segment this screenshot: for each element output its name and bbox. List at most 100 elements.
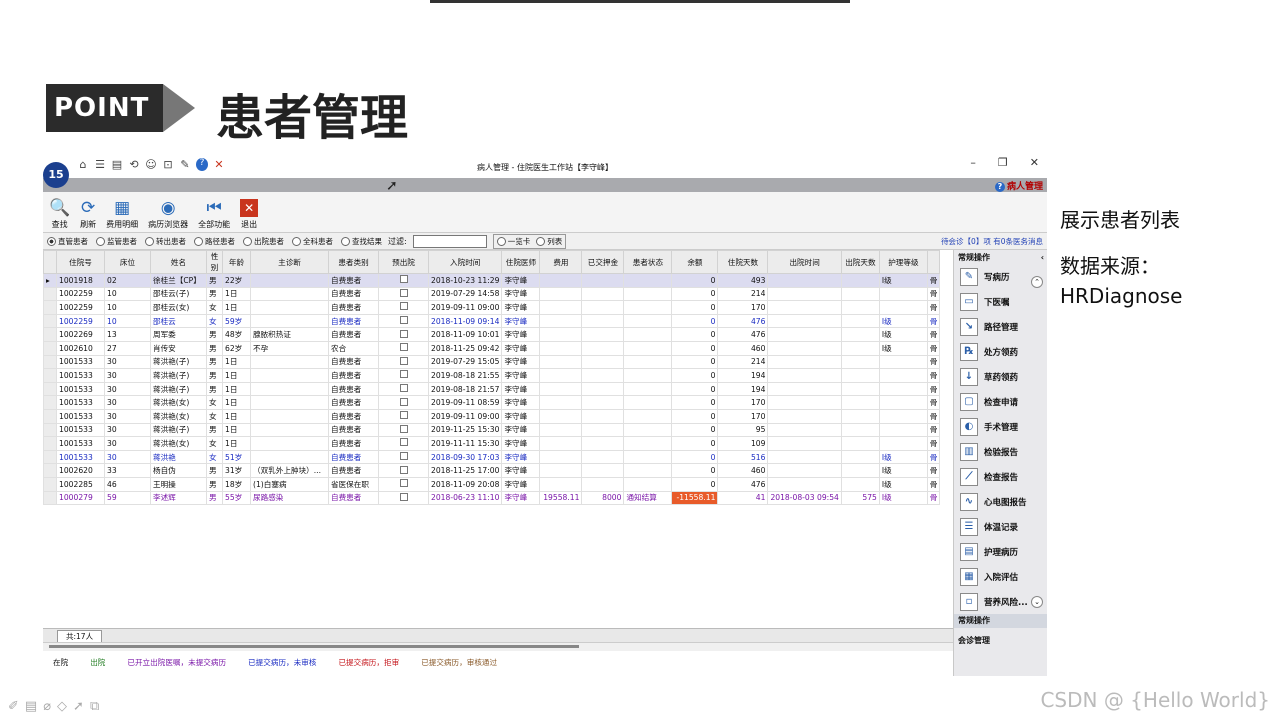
table-cell[interactable] bbox=[623, 354, 673, 370]
pre-discharge-checkbox[interactable] bbox=[378, 340, 429, 356]
table-cell[interactable]: 徐桂兰【CP】 bbox=[150, 273, 207, 288]
table-cell[interactable]: 自费患者 bbox=[328, 463, 379, 478]
table-cell[interactable]: 男 bbox=[206, 463, 223, 478]
table-row[interactable]: 1001533 30 蒋洪艳(子) 男 1日 自费患者 2019-11-25 15:30 李守… bbox=[43, 422, 941, 438]
table-cell[interactable] bbox=[767, 313, 842, 329]
table-cell[interactable]: 腺脓积热证 bbox=[250, 327, 329, 342]
table-cell[interactable] bbox=[840, 408, 880, 424]
table-cell[interactable] bbox=[767, 300, 842, 315]
checkbox[interactable] bbox=[399, 492, 408, 501]
checkbox[interactable] bbox=[399, 302, 408, 311]
table-cell[interactable]: 1001533 bbox=[56, 368, 105, 383]
table-cell[interactable]: 蒋洪艳(子) bbox=[150, 422, 207, 438]
table-row[interactable]: 1002259 10 邵桂云女 59岁 自费患者 2018-11-09 09:14 李守峰 0… bbox=[43, 313, 941, 329]
table-cell[interactable]: 王明操 bbox=[150, 476, 207, 492]
pointer-icon[interactable]: ➚ bbox=[73, 699, 84, 714]
radio-circle[interactable] bbox=[145, 236, 154, 246]
table-cell[interactable] bbox=[767, 327, 842, 342]
table-cell[interactable]: 李述辉 bbox=[150, 490, 207, 506]
table-cell[interactable] bbox=[623, 340, 673, 356]
table-cell[interactable]: 1002259 bbox=[56, 313, 105, 329]
table-cell[interactable]: 1002259 bbox=[56, 300, 105, 315]
table-cell[interactable]: 22岁 bbox=[222, 273, 251, 288]
table-cell[interactable] bbox=[250, 381, 329, 397]
table-cell[interactable]: 周军委 bbox=[150, 327, 207, 342]
table-cell[interactable]: 30 bbox=[104, 436, 151, 451]
column-header[interactable]: 住院天数 bbox=[717, 250, 769, 274]
table-cell[interactable]: 476 bbox=[717, 476, 769, 492]
table-row[interactable]: 1000279 59 李述辉男 55岁 尿路感染 自费患者 2018-06-23 11:10… bbox=[43, 490, 941, 506]
table-cell[interactable]: 自费患者 bbox=[328, 368, 379, 383]
scope-radio[interactable]: 出院患者 bbox=[243, 236, 284, 247]
table-cell[interactable] bbox=[840, 286, 880, 302]
pre-discharge-checkbox[interactable] bbox=[378, 354, 429, 370]
table-cell[interactable] bbox=[767, 368, 842, 383]
help-icon[interactable]: ? bbox=[994, 182, 1005, 192]
pre-discharge-checkbox[interactable] bbox=[378, 313, 429, 329]
table-row[interactable]: 1002610 27 肖传安男 62岁 不孕 农合 2018-11-25 09:42 李守峰 0… bbox=[43, 340, 941, 356]
table-cell[interactable]: 1日 bbox=[222, 368, 251, 383]
table-cell[interactable] bbox=[539, 476, 583, 492]
table-cell[interactable]: 476 bbox=[717, 313, 769, 329]
table-cell[interactable] bbox=[539, 300, 583, 315]
table-cell[interactable]: 邵桂云(子) bbox=[150, 286, 207, 302]
table-cell[interactable]: 2018-11-09 20:08 bbox=[427, 476, 503, 492]
column-header[interactable]: 住院医师 bbox=[501, 250, 541, 274]
table-cell[interactable]: 18岁 bbox=[222, 476, 251, 492]
table-cell[interactable]: 1001533 bbox=[56, 408, 105, 424]
table-cell[interactable] bbox=[878, 436, 928, 451]
table-cell[interactable]: 李守峰 bbox=[501, 340, 541, 356]
highlighter-icon[interactable]: ◇ bbox=[57, 699, 67, 714]
table-cell[interactable] bbox=[840, 273, 880, 288]
table-cell[interactable]: 李守峰 bbox=[501, 463, 541, 478]
table-cell[interactable] bbox=[623, 463, 673, 478]
table-cell[interactable] bbox=[840, 327, 880, 342]
pre-discharge-checkbox[interactable] bbox=[378, 286, 429, 302]
radio-circle[interactable] bbox=[243, 236, 252, 246]
cost-button[interactable]: ▦ 费用明细 bbox=[106, 197, 138, 232]
table-cell[interactable]: 1002259 bbox=[56, 286, 105, 302]
table-cell[interactable] bbox=[878, 300, 928, 315]
checkbox[interactable] bbox=[399, 343, 408, 352]
table-cell[interactable] bbox=[767, 463, 842, 478]
table-cell[interactable] bbox=[623, 368, 673, 383]
table-cell[interactable] bbox=[539, 408, 583, 424]
scope-radio[interactable]: 监管患者 bbox=[96, 236, 137, 247]
table-cell[interactable]: (1)白塞病 bbox=[250, 476, 329, 492]
table-cell[interactable]: 0 bbox=[671, 340, 719, 356]
table-cell[interactable]: 1001918 bbox=[56, 273, 105, 288]
checkbox[interactable] bbox=[399, 275, 408, 284]
pre-discharge-checkbox[interactable] bbox=[378, 408, 429, 424]
table-cell[interactable]: 自费患者 bbox=[328, 300, 379, 315]
table-cell[interactable]: 0 bbox=[671, 354, 719, 370]
table-cell[interactable] bbox=[840, 313, 880, 329]
column-header[interactable]: 姓名 bbox=[150, 250, 207, 274]
table-cell[interactable] bbox=[539, 286, 583, 302]
table-cell[interactable] bbox=[539, 436, 583, 451]
table-cell[interactable]: 1000279 bbox=[56, 490, 105, 506]
table-row[interactable]: 1002259 10 邵桂云(女) 女 1日 自费患者 2019-09-11 09:00 李守… bbox=[43, 300, 941, 315]
table-cell[interactable]: 女 bbox=[206, 408, 223, 424]
table-cell[interactable]: 1日 bbox=[222, 408, 251, 424]
table-cell[interactable]: 0 bbox=[671, 395, 719, 410]
table-row[interactable]: ▸ 1001918 02 徐桂兰【CP】男 22岁 自费患者 2018-10-23 11:2… bbox=[43, 273, 941, 288]
table-cell[interactable] bbox=[623, 422, 673, 438]
checkbox[interactable] bbox=[399, 329, 408, 338]
column-header[interactable]: 出院天数 bbox=[840, 250, 880, 274]
table-cell[interactable]: 自费患者 bbox=[328, 449, 379, 465]
pre-discharge-checkbox[interactable] bbox=[378, 436, 429, 451]
table-cell[interactable]: 1001533 bbox=[56, 422, 105, 438]
table-cell[interactable]: 0 bbox=[671, 300, 719, 315]
table-cell[interactable]: 0 bbox=[671, 408, 719, 424]
column-header[interactable]: 床位 bbox=[104, 250, 151, 274]
pre-discharge-checkbox[interactable] bbox=[378, 422, 429, 438]
table-cell[interactable]: I级 bbox=[878, 463, 928, 478]
pre-discharge-checkbox[interactable] bbox=[378, 300, 429, 315]
scope-radio[interactable]: 转出患者 bbox=[145, 236, 186, 247]
table-cell[interactable]: 59 bbox=[104, 490, 151, 506]
table-cell[interactable]: I级 bbox=[878, 449, 928, 465]
pre-discharge-checkbox[interactable] bbox=[378, 463, 429, 478]
column-header[interactable]: 住院号 bbox=[56, 250, 105, 274]
table-cell[interactable] bbox=[250, 313, 329, 329]
scroll-down-icon[interactable]: ⌄ bbox=[1031, 596, 1043, 608]
